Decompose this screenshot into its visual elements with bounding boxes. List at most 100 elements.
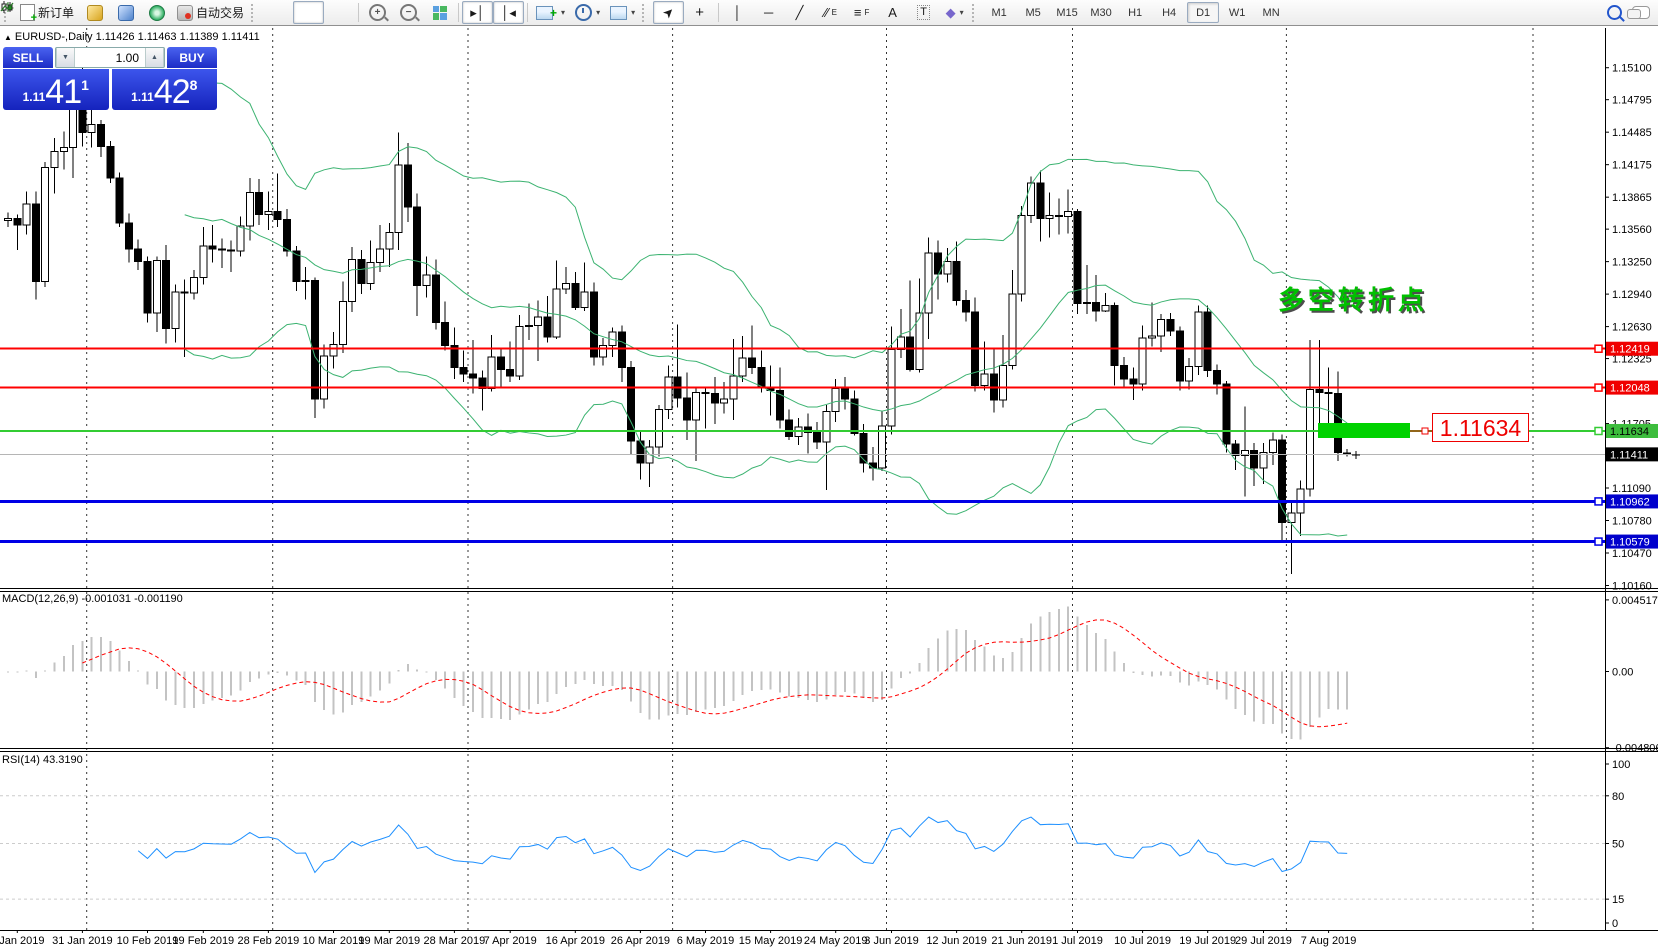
macd-indicator-label: MACD(12,26,9) -0.001031 -0.001190 [2, 593, 183, 605]
candle-body [191, 277, 198, 293]
candle-body [209, 246, 216, 249]
window-collapse-icon[interactable]: ▲ [4, 33, 12, 42]
candle-body [1195, 312, 1202, 367]
macd-tick-label: 0.004517 [1612, 595, 1658, 607]
macd-bar [556, 672, 558, 694]
macd-bar [593, 672, 595, 685]
macd-bar [918, 663, 920, 671]
macd-bar [649, 672, 651, 720]
chart-annotation-text[interactable]: 多空转折点 [1278, 280, 1428, 317]
macd-bar [444, 672, 446, 689]
price-tick-label: 1.14175 [1612, 160, 1652, 172]
candle-body [386, 232, 393, 249]
price-tick-label: 1.13865 [1612, 192, 1652, 204]
macd-bar [1123, 663, 1125, 671]
candle-body [246, 192, 253, 226]
macd-bar [658, 672, 660, 720]
candle-body [656, 409, 663, 447]
candle-body [377, 249, 384, 263]
price-tick-label: 1.13560 [1612, 224, 1652, 236]
macd-bar [1346, 672, 1348, 710]
macd-bar [965, 630, 967, 672]
macd-bar [1058, 609, 1060, 672]
price-callout-label[interactable]: 1.11634 [1432, 413, 1529, 442]
sell-price-display[interactable]: 1.11411 [3, 69, 109, 110]
macd-bar [695, 672, 697, 712]
macd-bar [723, 672, 725, 706]
macd-bar [1030, 623, 1032, 671]
candle-body [907, 337, 914, 369]
macd-bar [54, 663, 56, 672]
date-tick-label: 10 Jul 2019 [1114, 935, 1171, 947]
macd-bar [174, 672, 176, 705]
chart-window-title: ▲EURUSD-,Daily 1.11426 1.11463 1.11389 1… [4, 31, 260, 43]
candle-body [1325, 393, 1332, 394]
macd-bar [128, 661, 130, 672]
sell-button[interactable]: SELL [3, 47, 53, 68]
candle-body [702, 393, 709, 394]
candle-body [786, 420, 793, 437]
rsi-tick-label: 0 [1612, 918, 1618, 930]
macd-bar [602, 672, 604, 687]
highlight-zone-box[interactable] [1318, 423, 1410, 438]
macd-bar [574, 672, 576, 685]
macd-bar [388, 672, 390, 684]
candle-body [144, 262, 151, 313]
candle-body [218, 249, 225, 250]
macd-bar [807, 672, 809, 700]
candle-body [88, 124, 95, 132]
date-tick-label: 3 Jun 2019 [864, 935, 918, 947]
date-tick-label: 19 Mar 2019 [358, 935, 420, 947]
macd-bar [277, 672, 279, 673]
macd-bar [1337, 672, 1339, 710]
macd-bar [202, 672, 204, 704]
candle-body [1037, 183, 1044, 219]
macd-bar [230, 672, 232, 696]
candle-body [590, 292, 597, 357]
macd-bar [984, 647, 986, 672]
macd-bar [1207, 672, 1209, 685]
candle-body [1130, 379, 1137, 384]
volume-down-button[interactable]: ▼ [56, 48, 75, 67]
buy-button[interactable]: BUY [167, 47, 217, 68]
candle-body [256, 192, 263, 214]
macd-bar [1002, 658, 1004, 671]
macd-bar [165, 672, 167, 701]
date-tick-label: 10 Feb 2019 [117, 935, 179, 947]
candle-body [665, 377, 672, 409]
candle-body [1279, 440, 1286, 523]
candle-body [507, 370, 514, 376]
price-tick-label: 1.14795 [1612, 95, 1652, 107]
candle-body [581, 292, 588, 308]
macd-bar [1104, 639, 1106, 671]
macd-bar [1328, 672, 1330, 710]
one-click-trading-panel: SELL ▼ 1.00 ▲ BUY 1.11411 1.11428 [3, 47, 217, 110]
candle-body [163, 261, 170, 329]
hline-end-marker [1595, 498, 1602, 505]
macd-bar [900, 672, 902, 678]
buy-price-display[interactable]: 1.11428 [112, 69, 218, 110]
date-tick-label: 2 Jan 2019 [0, 935, 45, 947]
candle-body [432, 275, 439, 322]
candle-body [525, 326, 532, 327]
volume-field[interactable]: 1.00 [75, 48, 145, 67]
candle-body [442, 322, 449, 345]
candle-body [1223, 384, 1230, 444]
candle-body [116, 178, 123, 223]
candle-body [172, 292, 179, 329]
candle-body [488, 357, 495, 388]
macd-bar [798, 672, 800, 699]
macd-bar [863, 672, 865, 699]
candle-body [981, 374, 988, 386]
macd-bar [1235, 672, 1237, 709]
candle-body [1232, 444, 1239, 456]
macd-bar [1160, 672, 1162, 676]
macd-bar [240, 672, 242, 691]
candle-body [311, 280, 318, 398]
volume-up-button[interactable]: ▲ [145, 48, 164, 67]
macd-bar [156, 672, 158, 690]
candle-body [5, 219, 12, 221]
chart-surface[interactable] [0, 28, 1605, 930]
macd-bar [1132, 672, 1134, 673]
date-tick-label: 6 May 2019 [677, 935, 734, 947]
